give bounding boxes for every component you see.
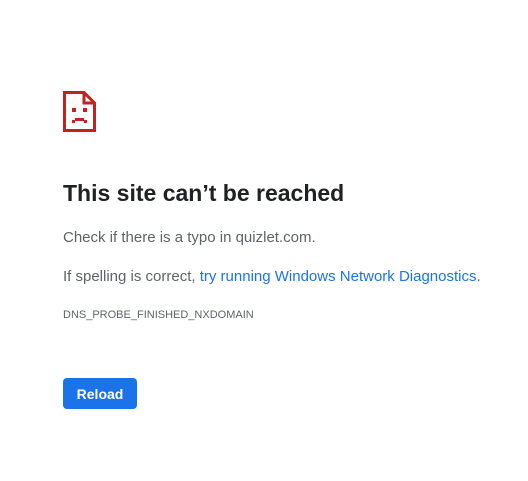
domain-name: quizlet.com [235, 229, 312, 246]
reload-button[interactable]: Reload [63, 378, 137, 409]
typo-suggestion: Check if there is a typo in quizlet.com. [63, 229, 316, 246]
sad-page-icon [63, 91, 96, 132]
network-diagnostics-link[interactable]: try running Windows Network Diagnostics [200, 268, 477, 285]
typo-suggestion-suffix: . [311, 229, 316, 246]
spelling-suggestion-prefix: If spelling is correct, [63, 268, 200, 285]
error-code: DNS_PROBE_FINISHED_NXDOMAIN [63, 309, 254, 321]
spelling-suggestion-suffix: . [476, 268, 481, 285]
spelling-suggestion: If spelling is correct, try running Wind… [63, 268, 481, 285]
page-title: This site can’t be reached [63, 180, 345, 206]
error-page: This site can’t be reached Check if ther… [0, 0, 528, 481]
typo-suggestion-prefix: Check if there is a typo in [63, 229, 236, 246]
